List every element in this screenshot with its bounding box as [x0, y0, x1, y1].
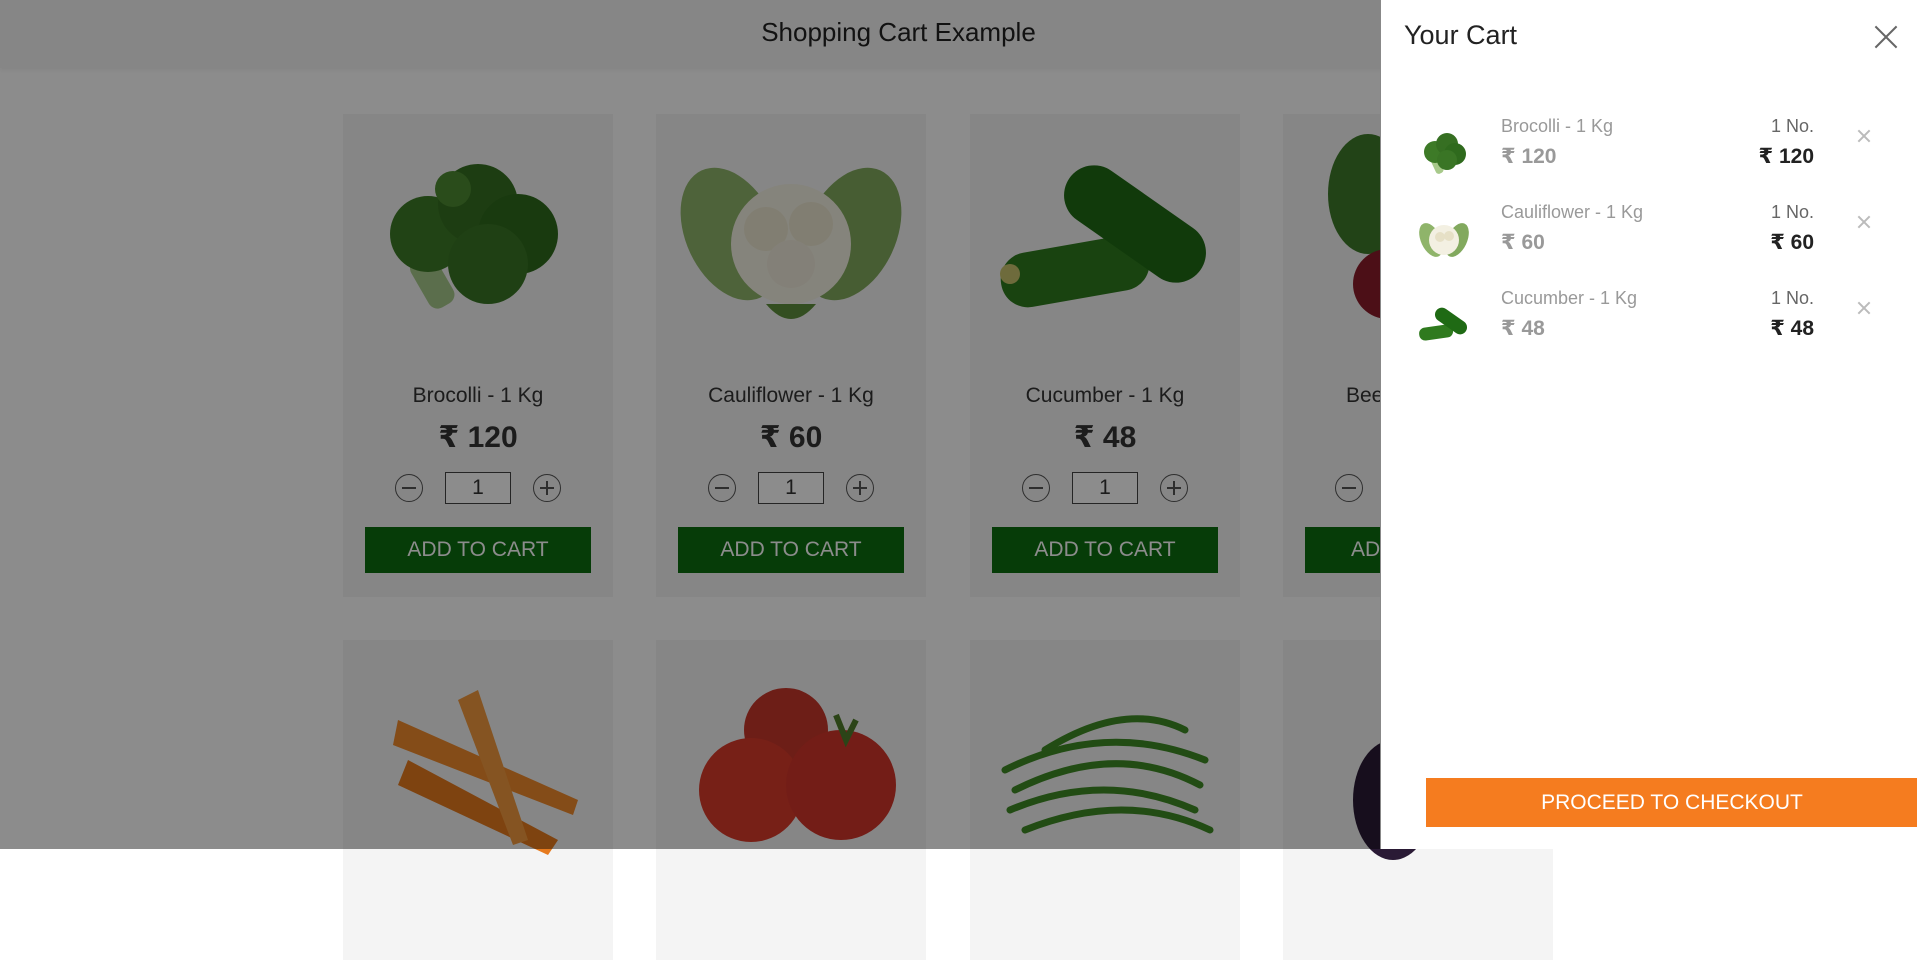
- cart-item-name: Brocolli - 1 Kg: [1501, 116, 1614, 136]
- cart-item: Cauliflower - 1 Kg ₹ 60 1 No. ₹ 60: [1381, 200, 1917, 280]
- cart-item-quantity: 1 No.: [1770, 288, 1814, 308]
- remove-item-icon[interactable]: [1856, 300, 1872, 316]
- cauliflower-thumb: [1419, 223, 1469, 257]
- checkout-button[interactable]: PROCEED TO CHECKOUT: [1426, 778, 1917, 827]
- cart-item-amount: ₹ 60: [1770, 231, 1814, 254]
- cart-item: Cucumber - 1 Kg ₹ 48 1 No. ₹ 48: [1381, 286, 1917, 366]
- cart-drawer: Your Cart Brocolli - 1 Kg ₹ 120 1 No. ₹ …: [1380, 0, 1917, 849]
- cart-item-amount: ₹ 48: [1770, 317, 1814, 340]
- remove-item-icon[interactable]: [1856, 214, 1872, 230]
- cart-item-price: ₹ 60: [1501, 231, 1545, 254]
- cucumber-thumb: [1419, 307, 1468, 341]
- close-icon[interactable]: [1871, 22, 1901, 52]
- cart-item-price: ₹ 120: [1501, 145, 1557, 168]
- cart-item-quantity: 1 No.: [1770, 116, 1814, 136]
- remove-item-icon[interactable]: [1856, 128, 1872, 144]
- cart-item-quantity: 1 No.: [1770, 202, 1814, 222]
- cart-item-price: ₹ 48: [1501, 317, 1545, 340]
- cart-item-amount: ₹ 120: [1758, 145, 1814, 168]
- cart-item-name: Cauliflower - 1 Kg: [1501, 202, 1644, 222]
- cart-item: Brocolli - 1 Kg ₹ 120 1 No. ₹ 120: [1381, 114, 1917, 194]
- cart-title: Your Cart: [1404, 20, 1518, 50]
- broccoli-thumb: [1424, 133, 1466, 174]
- cart-item-name: Cucumber - 1 Kg: [1501, 288, 1638, 308]
